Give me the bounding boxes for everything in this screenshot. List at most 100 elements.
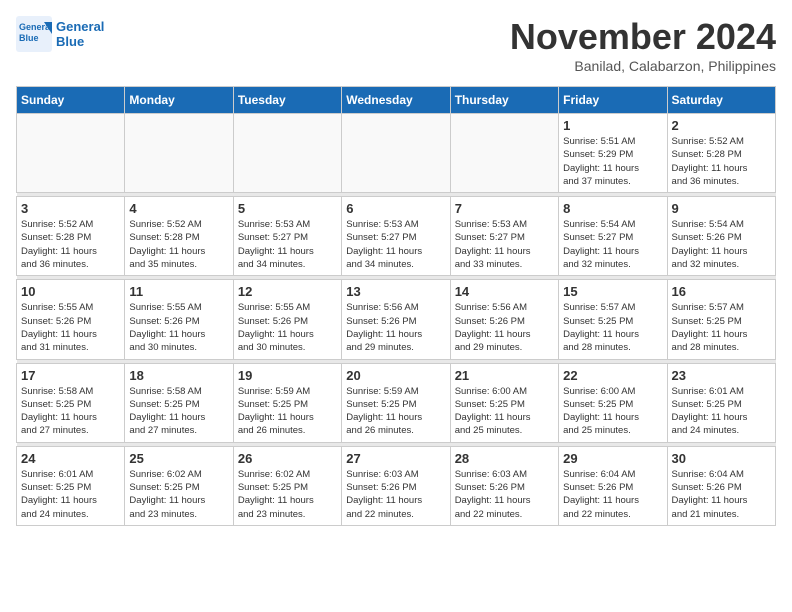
page-header: General Blue GeneralBlue November 2024 B… <box>16 16 776 74</box>
calendar-header: SundayMondayTuesdayWednesdayThursdayFrid… <box>17 87 776 114</box>
calendar-day-9: 9Sunrise: 5:54 AM Sunset: 5:26 PM Daylig… <box>667 197 775 276</box>
day-info: Sunrise: 6:04 AM Sunset: 5:26 PM Dayligh… <box>672 468 771 521</box>
calendar-day-27: 27 Sunrise: 6:03 AM Sunset: 5:26 PM Dayli… <box>342 446 450 525</box>
calendar-day-5: 5 Sunrise: 5:53 AM Sunset: 5:27 PM Daylig… <box>233 197 341 276</box>
day-number: 24 <box>21 451 120 466</box>
calendar-table: SundayMondayTuesdayWednesdayThursdayFrid… <box>16 86 776 526</box>
day-number: 8 <box>563 201 662 216</box>
day-info: Sunrise: 5:52 AM Sunset: 5:28 PM Dayligh… <box>672 135 771 188</box>
weekday-header-thursday: Thursday <box>450 87 558 114</box>
calendar-empty-cell <box>342 114 450 193</box>
weekday-header-saturday: Saturday <box>667 87 775 114</box>
day-number: 5 <box>238 201 337 216</box>
day-info: Sunrise: 6:00 AM Sunset: 5:25 PM Dayligh… <box>455 385 554 438</box>
day-info: Sunrise: 5:58 AM Sunset: 5:25 PM Dayligh… <box>129 385 228 438</box>
day-info: Sunrise: 5:56 AM Sunset: 5:26 PM Dayligh… <box>455 301 554 354</box>
calendar-week-row: 3 Sunrise: 5:52 AM Sunset: 5:28 PM Daylig… <box>17 197 776 276</box>
location-subtitle: Banilad, Calabarzon, Philippines <box>510 58 776 74</box>
weekday-header-monday: Monday <box>125 87 233 114</box>
logo-text: GeneralBlue <box>56 19 104 49</box>
calendar-week-row: 17 Sunrise: 5:58 AM Sunset: 5:25 PM Dayli… <box>17 363 776 442</box>
day-number: 25 <box>129 451 228 466</box>
day-info: Sunrise: 5:55 AM Sunset: 5:26 PM Dayligh… <box>129 301 228 354</box>
day-number: 1 <box>563 118 662 133</box>
calendar-day-30: 30Sunrise: 6:04 AM Sunset: 5:26 PM Dayli… <box>667 446 775 525</box>
day-number: 16 <box>672 284 771 299</box>
day-number: 6 <box>346 201 445 216</box>
weekday-header-friday: Friday <box>559 87 667 114</box>
calendar-day-25: 25 Sunrise: 6:02 AM Sunset: 5:25 PM Dayli… <box>125 446 233 525</box>
calendar-day-6: 6 Sunrise: 5:53 AM Sunset: 5:27 PM Daylig… <box>342 197 450 276</box>
calendar-day-28: 28 Sunrise: 6:03 AM Sunset: 5:26 PM Dayli… <box>450 446 558 525</box>
calendar-week-row: 10 Sunrise: 5:55 AM Sunset: 5:26 PM Dayli… <box>17 280 776 359</box>
day-info: Sunrise: 5:55 AM Sunset: 5:26 PM Dayligh… <box>21 301 120 354</box>
calendar-empty-cell <box>17 114 125 193</box>
day-info: Sunrise: 5:59 AM Sunset: 5:25 PM Dayligh… <box>238 385 337 438</box>
day-info: Sunrise: 5:53 AM Sunset: 5:27 PM Dayligh… <box>238 218 337 271</box>
day-info: Sunrise: 6:02 AM Sunset: 5:25 PM Dayligh… <box>129 468 228 521</box>
calendar-week-row: 1 Sunrise: 5:51 AM Sunset: 5:29 PM Daylig… <box>17 114 776 193</box>
day-info: Sunrise: 5:55 AM Sunset: 5:26 PM Dayligh… <box>238 301 337 354</box>
calendar-week-row: 24Sunrise: 6:01 AM Sunset: 5:25 PM Dayli… <box>17 446 776 525</box>
month-title: November 2024 <box>510 16 776 58</box>
logo: General Blue GeneralBlue <box>16 16 104 52</box>
day-number: 22 <box>563 368 662 383</box>
day-info: Sunrise: 5:52 AM Sunset: 5:28 PM Dayligh… <box>21 218 120 271</box>
day-info: Sunrise: 5:57 AM Sunset: 5:25 PM Dayligh… <box>563 301 662 354</box>
calendar-day-19: 19 Sunrise: 5:59 AM Sunset: 5:25 PM Dayli… <box>233 363 341 442</box>
calendar-day-8: 8 Sunrise: 5:54 AM Sunset: 5:27 PM Daylig… <box>559 197 667 276</box>
day-number: 21 <box>455 368 554 383</box>
day-number: 29 <box>563 451 662 466</box>
day-info: Sunrise: 5:52 AM Sunset: 5:28 PM Dayligh… <box>129 218 228 271</box>
day-info: Sunrise: 5:54 AM Sunset: 5:26 PM Dayligh… <box>672 218 771 271</box>
calendar-empty-cell <box>233 114 341 193</box>
day-number: 19 <box>238 368 337 383</box>
calendar-day-2: 2 Sunrise: 5:52 AM Sunset: 5:28 PM Daylig… <box>667 114 775 193</box>
day-info: Sunrise: 5:53 AM Sunset: 5:27 PM Dayligh… <box>346 218 445 271</box>
weekday-header-sunday: Sunday <box>17 87 125 114</box>
calendar-empty-cell <box>125 114 233 193</box>
calendar-day-17: 17 Sunrise: 5:58 AM Sunset: 5:25 PM Dayli… <box>17 363 125 442</box>
day-number: 7 <box>455 201 554 216</box>
calendar-day-11: 11 Sunrise: 5:55 AM Sunset: 5:26 PM Dayli… <box>125 280 233 359</box>
calendar-day-13: 13Sunrise: 5:56 AM Sunset: 5:26 PM Dayli… <box>342 280 450 359</box>
day-info: Sunrise: 5:58 AM Sunset: 5:25 PM Dayligh… <box>21 385 120 438</box>
day-number: 28 <box>455 451 554 466</box>
calendar-day-10: 10 Sunrise: 5:55 AM Sunset: 5:26 PM Dayli… <box>17 280 125 359</box>
day-info: Sunrise: 6:03 AM Sunset: 5:26 PM Dayligh… <box>346 468 445 521</box>
day-number: 17 <box>21 368 120 383</box>
day-info: Sunrise: 5:54 AM Sunset: 5:27 PM Dayligh… <box>563 218 662 271</box>
calendar-day-1: 1 Sunrise: 5:51 AM Sunset: 5:29 PM Daylig… <box>559 114 667 193</box>
day-info: Sunrise: 6:00 AM Sunset: 5:25 PM Dayligh… <box>563 385 662 438</box>
calendar-day-21: 21 Sunrise: 6:00 AM Sunset: 5:25 PM Dayli… <box>450 363 558 442</box>
day-number: 3 <box>21 201 120 216</box>
calendar-day-4: 4 Sunrise: 5:52 AM Sunset: 5:28 PM Daylig… <box>125 197 233 276</box>
day-info: Sunrise: 5:56 AM Sunset: 5:26 PM Dayligh… <box>346 301 445 354</box>
calendar-empty-cell <box>450 114 558 193</box>
calendar-day-24: 24Sunrise: 6:01 AM Sunset: 5:25 PM Dayli… <box>17 446 125 525</box>
day-number: 23 <box>672 368 771 383</box>
day-number: 4 <box>129 201 228 216</box>
day-number: 20 <box>346 368 445 383</box>
day-number: 15 <box>563 284 662 299</box>
calendar-day-14: 14 Sunrise: 5:56 AM Sunset: 5:26 PM Dayli… <box>450 280 558 359</box>
calendar-day-3: 3 Sunrise: 5:52 AM Sunset: 5:28 PM Daylig… <box>17 197 125 276</box>
day-info: Sunrise: 5:59 AM Sunset: 5:25 PM Dayligh… <box>346 385 445 438</box>
calendar-day-23: 23 Sunrise: 6:01 AM Sunset: 5:25 PM Dayli… <box>667 363 775 442</box>
day-info: Sunrise: 6:04 AM Sunset: 5:26 PM Dayligh… <box>563 468 662 521</box>
day-number: 2 <box>672 118 771 133</box>
calendar-day-29: 29 Sunrise: 6:04 AM Sunset: 5:26 PM Dayli… <box>559 446 667 525</box>
day-info: Sunrise: 5:51 AM Sunset: 5:29 PM Dayligh… <box>563 135 662 188</box>
day-number: 11 <box>129 284 228 299</box>
day-info: Sunrise: 5:57 AM Sunset: 5:25 PM Dayligh… <box>672 301 771 354</box>
day-number: 27 <box>346 451 445 466</box>
title-area: November 2024 Banilad, Calabarzon, Phili… <box>510 16 776 74</box>
calendar-day-15: 15 Sunrise: 5:57 AM Sunset: 5:25 PM Dayli… <box>559 280 667 359</box>
calendar-day-18: 18 Sunrise: 5:58 AM Sunset: 5:25 PM Dayli… <box>125 363 233 442</box>
day-number: 26 <box>238 451 337 466</box>
day-number: 10 <box>21 284 120 299</box>
day-number: 18 <box>129 368 228 383</box>
day-number: 14 <box>455 284 554 299</box>
day-info: Sunrise: 6:01 AM Sunset: 5:25 PM Dayligh… <box>672 385 771 438</box>
day-info: Sunrise: 6:03 AM Sunset: 5:26 PM Dayligh… <box>455 468 554 521</box>
